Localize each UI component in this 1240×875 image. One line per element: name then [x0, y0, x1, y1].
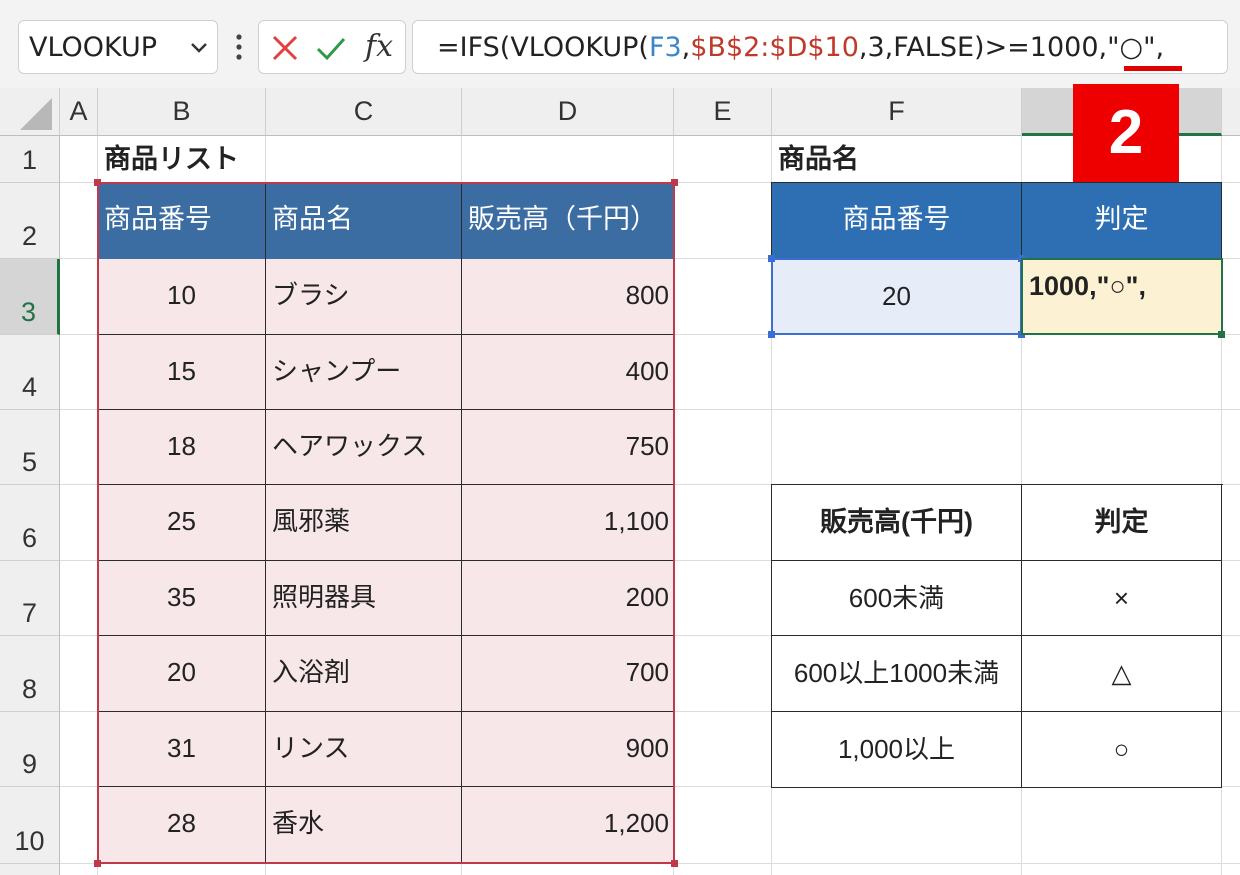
table-cell[interactable]: 750 [462, 410, 674, 485]
row-number: 9 [21, 749, 38, 779]
row-header-2[interactable]: 2 [0, 183, 60, 259]
lookup-title[interactable]: 商品名 [772, 136, 1012, 182]
table-cell[interactable]: 31 [98, 712, 266, 787]
highlight-underline [1124, 66, 1182, 71]
formula-ref-range: $B$2:$D$10 [690, 32, 859, 63]
select-all-corner[interactable] [0, 88, 60, 136]
criteria-cell[interactable]: 600未満 [772, 561, 1022, 636]
header-lookup-judge[interactable]: 判定 [1021, 182, 1222, 259]
row-number: 5 [21, 447, 38, 477]
range-handle[interactable] [768, 331, 775, 338]
column-header-a[interactable]: A [60, 88, 98, 136]
row-number: 8 [21, 674, 38, 704]
criteria-header-judge[interactable]: 判定 [1022, 485, 1222, 561]
row-header-1[interactable]: 1 [0, 136, 60, 183]
row-header-5[interactable]: 5 [0, 410, 60, 485]
row-header-7[interactable]: 7 [0, 561, 60, 636]
formula-part: =IFS(VLOOKUP( [437, 32, 649, 63]
row-header-9[interactable]: 9 [0, 712, 60, 787]
criteria-cell[interactable]: △ [1022, 636, 1222, 712]
table-cell[interactable]: 風邪薬 [266, 485, 462, 561]
table-cell[interactable]: 25 [98, 485, 266, 561]
cancel-icon[interactable] [269, 32, 301, 64]
range-handle[interactable] [671, 179, 678, 186]
row-header-3[interactable]: 3 [0, 259, 60, 335]
formula-part: , [681, 32, 691, 63]
header-product-number[interactable]: 商品番号 [98, 183, 266, 259]
table-cell[interactable]: 20 [98, 636, 266, 712]
fill-handle[interactable] [1218, 331, 1225, 338]
table-cell[interactable]: 28 [98, 787, 266, 864]
criteria-cell[interactable]: ○ [1022, 712, 1222, 788]
formula-bar: VLOOKUP fx =IFS(VLOOKUP(F3,$B$2:$D$10,3,… [0, 0, 1240, 88]
chevron-down-icon[interactable] [189, 39, 209, 57]
table-cell[interactable]: シャンプー [266, 335, 462, 410]
row-number: 1 [21, 145, 38, 175]
criteria-header-sales[interactable]: 販売高(千円) [772, 485, 1022, 561]
formula-input[interactable]: =IFS(VLOOKUP(F3,$B$2:$D$10,3,FALSE)>=100… [412, 20, 1228, 74]
header-product-name[interactable]: 商品名 [266, 183, 462, 259]
table-cell[interactable]: 700 [462, 636, 674, 712]
table-cell[interactable]: ブラシ [266, 259, 462, 335]
confirm-check-icon[interactable] [315, 32, 347, 64]
table-cell[interactable]: 15 [98, 335, 266, 410]
row-header-8[interactable]: 8 [0, 636, 60, 712]
insert-function-icon[interactable]: fx [365, 25, 393, 69]
formula-ref-f3: F3 [648, 32, 682, 63]
column-header-h[interactable] [1222, 88, 1240, 136]
lookup-input-cell[interactable]: 20 [771, 258, 1022, 335]
range-handle[interactable] [671, 860, 678, 867]
row-header-6[interactable]: 6 [0, 485, 60, 561]
table-cell[interactable]: 200 [462, 561, 674, 636]
row-header-10[interactable]: 10 [0, 787, 60, 864]
table-cell[interactable]: 18 [98, 410, 266, 485]
criteria-cell[interactable]: × [1022, 561, 1222, 636]
range-handle[interactable] [768, 255, 775, 262]
table-cell[interactable]: 入浴剤 [266, 636, 462, 712]
table-cell[interactable]: リンス [266, 712, 462, 787]
column-header-f[interactable]: F [772, 88, 1022, 136]
row-number: 6 [21, 523, 38, 553]
row-number: 4 [21, 372, 38, 402]
formula-text: =IFS(VLOOKUP(F3,$B$2:$D$10,3,FALSE)>=100… [437, 21, 1164, 75]
product-list-title[interactable]: 商品リスト [98, 136, 398, 182]
more-options-icon[interactable] [228, 30, 250, 64]
row-number: 2 [21, 221, 38, 251]
row-number: 10 [14, 826, 45, 856]
range-handle[interactable] [94, 179, 101, 186]
table-cell[interactable]: 35 [98, 561, 266, 636]
table-cell[interactable]: 1,100 [462, 485, 674, 561]
header-sales[interactable]: 販売高（千円） [462, 183, 674, 259]
column-header-c[interactable]: C [266, 88, 462, 136]
row-number: 3 [20, 297, 37, 327]
formula-buttons: fx [258, 20, 406, 74]
select-all-triangle-icon [20, 98, 52, 130]
table-cell[interactable]: 照明器具 [266, 561, 462, 636]
header-lookup-number[interactable]: 商品番号 [771, 182, 1022, 259]
column-header-e[interactable]: E [674, 88, 772, 136]
criteria-cell[interactable]: 600以上1000未満 [772, 636, 1022, 712]
column-header-d[interactable]: D [462, 88, 674, 136]
row-number: 7 [21, 598, 38, 628]
table-cell[interactable]: 香水 [266, 787, 462, 864]
row-header-11[interactable] [0, 864, 60, 875]
name-box-value: VLOOKUP [29, 32, 158, 63]
name-box[interactable]: VLOOKUP [18, 20, 218, 74]
column-header-b[interactable]: B [98, 88, 266, 136]
table-cell[interactable]: 10 [98, 259, 266, 335]
table-cell[interactable]: 1,200 [462, 787, 674, 864]
formula-part: >=1000,"○", [984, 32, 1165, 63]
table-cell[interactable]: ヘアワックス [266, 410, 462, 485]
table-cell[interactable]: 800 [462, 259, 674, 335]
criteria-cell[interactable]: 1,000以上 [772, 712, 1022, 788]
table-cell[interactable]: 900 [462, 712, 674, 787]
row-header-4[interactable]: 4 [0, 335, 60, 410]
table-cell[interactable]: 400 [462, 335, 674, 410]
range-handle[interactable] [94, 860, 101, 867]
formula-part: ,3,FALSE) [858, 32, 985, 63]
active-editing-cell[interactable]: 1000,"○", [1021, 258, 1223, 335]
step-badge: 2 [1073, 84, 1179, 182]
